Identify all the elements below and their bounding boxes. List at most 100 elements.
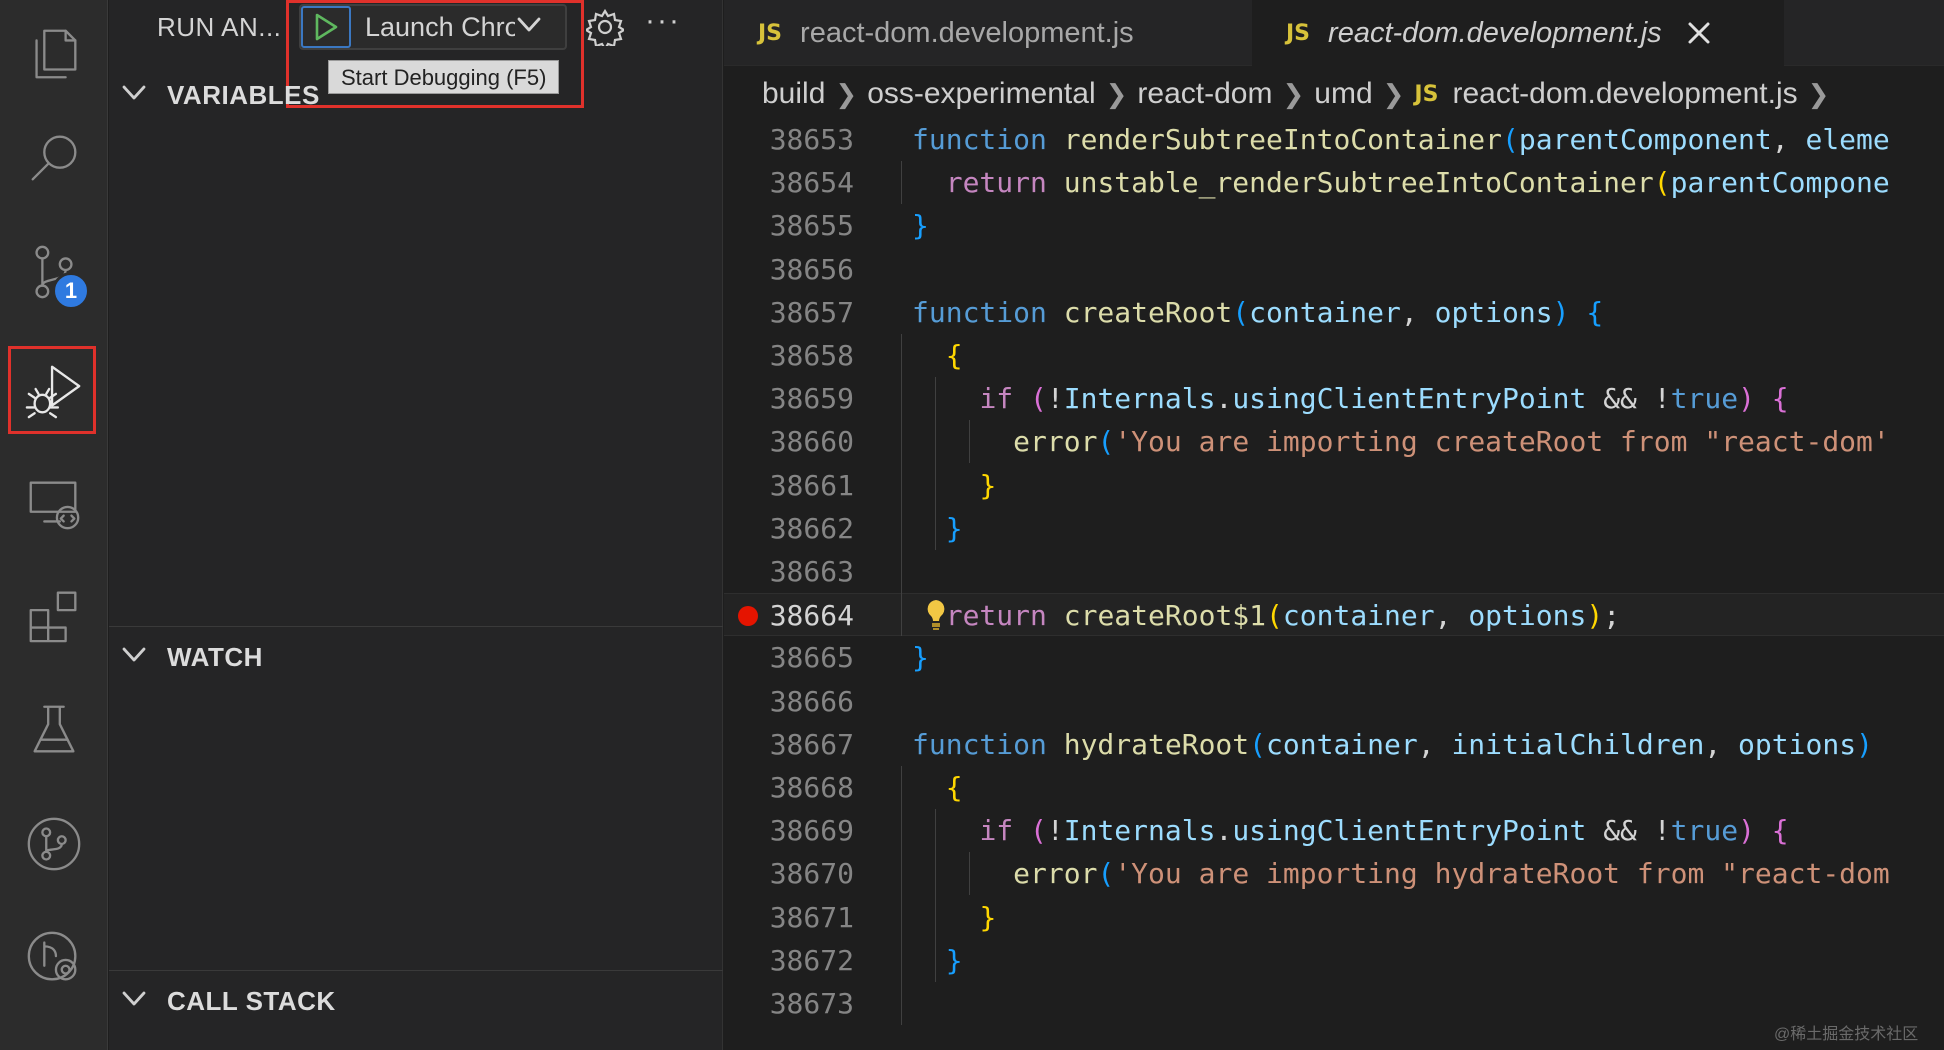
- source-control-badge: 1: [52, 272, 90, 310]
- tab-react-dom-development[interactable]: JS react-dom.development.js: [724, 0, 1252, 66]
- code-text: }: [912, 641, 929, 674]
- activity-bar: 1: [0, 0, 108, 1050]
- code-line[interactable]: 38665}: [724, 636, 1944, 679]
- line-number: 38662: [769, 512, 854, 545]
- code-line[interactable]: 38654 return unstable_renderSubtreeIntoC…: [724, 161, 1944, 204]
- code-line[interactable]: 38659 if (!Internals.usingClientEntryPoi…: [724, 377, 1944, 420]
- line-number: 38660: [769, 425, 854, 458]
- code-line[interactable]: 38666: [724, 680, 1944, 723]
- line-number: 38665: [769, 641, 854, 674]
- close-icon[interactable]: [1686, 20, 1712, 46]
- line-number: 38668: [769, 771, 854, 804]
- code-line[interactable]: 38662 }: [724, 507, 1944, 550]
- watermark: @稀土掘金技术社区: [1774, 1026, 1919, 1043]
- code-line[interactable]: 38673: [724, 982, 1944, 1025]
- code-text: {: [945, 339, 963, 372]
- code-line[interactable]: 38657 function createRoot(container, opti…: [724, 291, 1944, 334]
- code-line[interactable]: 38661 }: [724, 464, 1944, 507]
- code-text: }: [945, 944, 963, 977]
- code-text: }: [979, 469, 997, 502]
- code-text: }: [912, 209, 929, 242]
- extensions-icon[interactable]: [0, 560, 108, 668]
- variables-section-header[interactable]: VARIABLES: [109, 70, 723, 120]
- tab-react-dom-development-active[interactable]: JS react-dom.development.js: [1252, 0, 1784, 66]
- chevron-down-icon: [121, 83, 151, 107]
- line-number: 38661: [769, 469, 854, 502]
- line-number: 38666: [769, 685, 854, 718]
- line-number: 38656: [769, 253, 854, 286]
- line-number: 38672: [769, 944, 854, 977]
- line-number: 38658: [769, 339, 854, 372]
- line-number: 38654: [769, 166, 854, 199]
- chevron-right-icon: ❯: [1382, 78, 1405, 109]
- code-text: function renderSubtreeIntoContainer(pare…: [912, 123, 1890, 156]
- breadcrumb-file[interactable]: react-dom.development.js: [1452, 77, 1797, 111]
- line-number: 38659: [769, 382, 854, 415]
- indent-guide: [969, 420, 970, 463]
- code-line[interactable]: 38671 }: [724, 896, 1944, 939]
- chevron-down-icon: [121, 645, 151, 669]
- code-line[interactable]: 38672 }: [724, 939, 1944, 982]
- tab-bar: JS react-dom.development.js JS react-dom…: [724, 0, 1944, 66]
- code-line[interactable]: 38667 function hydrateRoot(container, ini…: [724, 723, 1944, 766]
- code-line[interactable]: 38655}: [724, 204, 1944, 247]
- search-icon[interactable]: [0, 104, 108, 212]
- line-number: 38655: [769, 209, 854, 242]
- line-number: 38653: [769, 123, 854, 156]
- code-text: }: [945, 512, 963, 545]
- indent-guide: [935, 809, 936, 982]
- remote-explorer-icon[interactable]: [0, 450, 108, 558]
- js-file-icon: JS: [758, 20, 783, 46]
- code-line[interactable]: 38656: [724, 248, 1944, 291]
- git-graph-icon[interactable]: [0, 790, 108, 898]
- chevron-right-icon: ❯: [835, 78, 858, 109]
- gear-icon[interactable]: [583, 8, 627, 52]
- code-line[interactable]: 38658 {: [724, 334, 1944, 377]
- editor: JS react-dom.development.js JS react-dom…: [724, 0, 1944, 1050]
- tab-label: react-dom.development.js: [800, 16, 1134, 49]
- chevron-right-icon: ❯: [1282, 78, 1305, 109]
- code-line[interactable]: 38670 error('You are importing hydrateRo…: [724, 852, 1944, 895]
- code-line[interactable]: 38664 return createRoot$1(container, opt…: [724, 593, 1944, 636]
- source-control-icon[interactable]: [0, 218, 108, 326]
- indent-guide: [901, 334, 902, 636]
- tab-label: react-dom.development.js: [1328, 16, 1662, 49]
- code-text: return unstable_renderSubtreeIntoContain…: [945, 166, 1890, 199]
- git-lens-icon[interactable]: [0, 904, 108, 1012]
- code-line[interactable]: 38660 error('You are importing createRoo…: [724, 420, 1944, 463]
- chevron-right-icon: ❯: [1807, 78, 1830, 109]
- call-stack-section-header[interactable]: CALL STACK: [109, 976, 723, 1026]
- breadcrumb: build ❯ oss-experimental ❯ react-dom ❯ u…: [724, 66, 1944, 122]
- call-stack-title: CALL STACK: [167, 985, 336, 1016]
- code-text: error('You are importing createRoot from…: [1013, 425, 1890, 458]
- testing-icon[interactable]: [0, 676, 108, 784]
- code-text: error('You are importing hydrateRoot fro…: [1013, 857, 1890, 890]
- explorer-icon[interactable]: [0, 0, 108, 108]
- chevron-down-icon: [121, 989, 151, 1013]
- sidebar-title: RUN AN...: [157, 12, 282, 42]
- code-line[interactable]: 38668 {: [724, 766, 1944, 809]
- indent-guide: [935, 377, 936, 550]
- js-file-icon: JS: [1414, 81, 1439, 107]
- line-number: 38669: [769, 814, 854, 847]
- section-divider: [109, 970, 723, 971]
- code-editor[interactable]: 38653 function renderSubtreeIntoContainer…: [724, 122, 1944, 1050]
- code-text: return createRoot$1(container, options);: [945, 599, 1621, 632]
- code-line[interactable]: 38653 function renderSubtreeIntoContainer…: [724, 122, 1944, 161]
- code-line[interactable]: 38663: [724, 550, 1944, 593]
- code-text: {: [945, 771, 963, 804]
- line-number: 38663: [769, 555, 854, 588]
- watch-title: WATCH: [167, 641, 263, 672]
- line-number: 38657: [769, 296, 854, 329]
- breadcrumb-item[interactable]: react-dom: [1137, 77, 1272, 111]
- code-text: if (!Internals.usingClientEntryPoint && …: [979, 382, 1789, 415]
- watch-section-header[interactable]: WATCH: [109, 632, 723, 682]
- indent-guide: [901, 161, 902, 204]
- breadcrumb-item[interactable]: oss-experimental: [867, 77, 1095, 111]
- code-line[interactable]: 38669 if (!Internals.usingClientEntryPoi…: [724, 809, 1944, 852]
- breadcrumb-item[interactable]: umd: [1314, 77, 1372, 111]
- run-and-debug-sidebar: RUN AN... Launch Chrome Start Debugging …: [109, 0, 723, 1050]
- code-text: function hydrateRoot(container, initialC…: [912, 728, 1873, 761]
- more-actions-icon[interactable]: ···: [645, 4, 681, 38]
- breadcrumb-item[interactable]: build: [762, 77, 825, 111]
